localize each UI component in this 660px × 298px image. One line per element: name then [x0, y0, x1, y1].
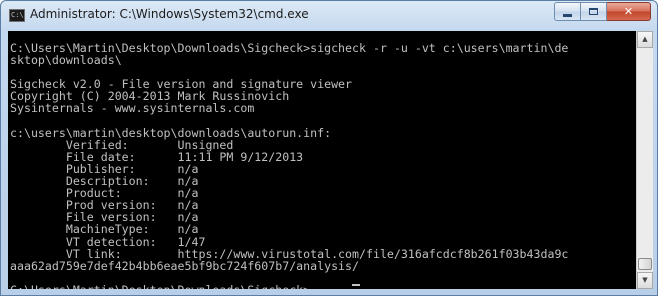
arrow-down-icon: ▼: [642, 276, 648, 284]
console-line: Sysinternals - www.sysinternals.com: [10, 101, 255, 116]
console-line: MachineType: n/a: [10, 222, 199, 237]
maximize-icon: [589, 8, 598, 15]
cmd-icon-label: C:\: [11, 11, 24, 19]
close-button[interactable]: ✕: [607, 2, 651, 21]
text-cursor: [352, 284, 360, 286]
scroll-down-button[interactable]: ▼: [637, 272, 653, 289]
console-line: c:\users\martin\desktop\downloads\autoru…: [10, 125, 332, 140]
console-line: sktop\downloads\: [10, 53, 122, 68]
cmd-window: C:\ Administrator: C:\Windows\System32\c…: [0, 0, 658, 296]
scrollbar-thumb[interactable]: [638, 258, 652, 270]
minimize-button[interactable]: [554, 2, 581, 21]
console-output[interactable]: C:\Users\Martin\Desktop\Downloads\Sigche…: [8, 31, 636, 289]
console-line: VT detection: 1/47: [10, 234, 206, 249]
vertical-scrollbar[interactable]: ▲ ▼: [636, 31, 653, 289]
cmd-icon[interactable]: C:\: [9, 9, 25, 22]
scroll-up-button[interactable]: ▲: [637, 31, 653, 48]
console-line: aaa62ad759e7def42b4bb6eae5bf9bc724f607b7…: [10, 258, 360, 273]
console-line: VT link: https://www.virustotal.com/file…: [10, 246, 569, 261]
console-text: C:\Users\Martin\Desktop\Downloads\Sigche…: [10, 42, 568, 289]
console-line: C:\Users\Martin\Desktop\Downloads\Sigche…: [10, 284, 568, 289]
title-bar[interactable]: C:\ Administrator: C:\Windows\System32\c…: [1, 1, 657, 31]
close-icon: ✕: [623, 5, 634, 18]
window-title: Administrator: C:\Windows\System32\cmd.e…: [30, 7, 309, 21]
maximize-button[interactable]: [581, 2, 607, 21]
minimize-icon: [563, 13, 572, 17]
arrow-up-icon: ▲: [642, 35, 648, 43]
window-controls: ✕: [554, 2, 651, 21]
